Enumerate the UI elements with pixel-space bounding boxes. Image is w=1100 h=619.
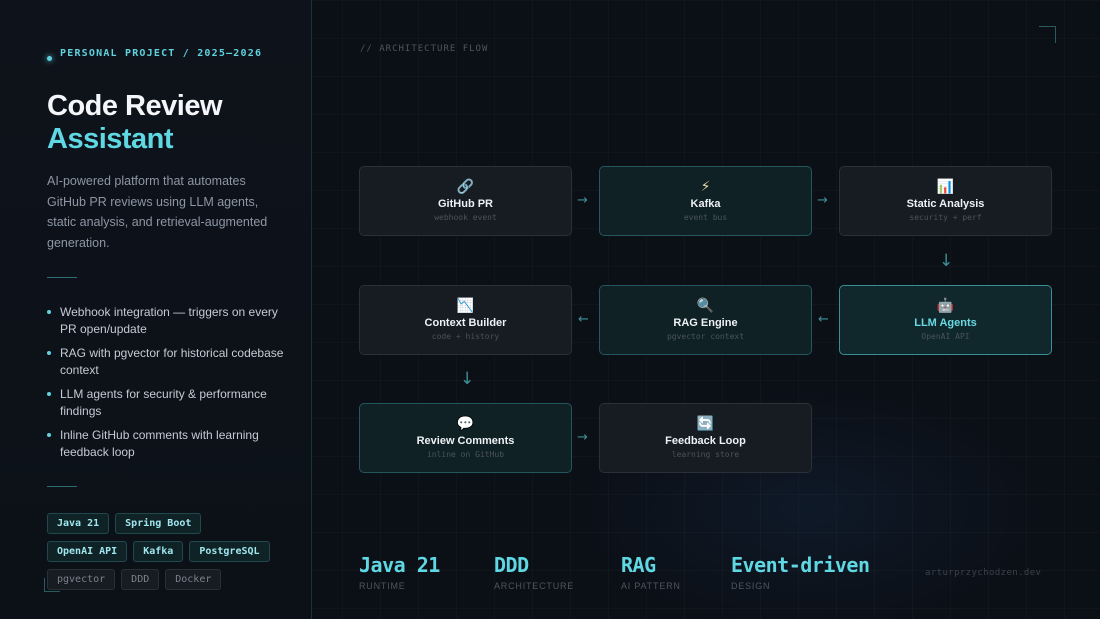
- corner-bracket: [1039, 26, 1056, 43]
- stat-ai-pattern: RAG AI PATTERN: [621, 553, 681, 591]
- project-description: AI-powered platform that automates GitHu…: [47, 174, 268, 250]
- node-subtitle: webhook event: [434, 213, 497, 222]
- tag-docker: Docker: [165, 569, 222, 590]
- arrow-left-icon: ←: [578, 312, 589, 327]
- bar-chart-icon: 📊: [936, 179, 955, 195]
- node-kafka: ⚡ Kafka event bus: [599, 166, 812, 236]
- tag-ddd: DDD: [121, 569, 160, 590]
- node-subtitle: event bus: [683, 213, 728, 222]
- feature-item: RAG with pgvector for historical codebas…: [47, 345, 287, 378]
- left-panel: PERSONAL PROJECT / 2025–2026 Code Review…: [0, 0, 312, 619]
- node-context-builder: 📉 Context Builder code + history: [359, 285, 572, 355]
- node-subtitle: inline on GitHub: [426, 450, 505, 459]
- stat-value: Event-driven: [731, 553, 870, 577]
- node-title: Review Comments: [416, 435, 515, 447]
- arrow-down-icon: ↓: [460, 369, 475, 389]
- tag-spring-boot: Spring Boot: [115, 513, 202, 534]
- stat-label: ARCHITECTURE: [494, 581, 575, 591]
- tag-java: Java 21: [47, 513, 110, 534]
- feature-list: Webhook integration — triggers on every …: [47, 304, 287, 468]
- node-subtitle: code + history: [431, 332, 500, 341]
- feature-item: LLM agents for security & performance fi…: [47, 386, 287, 419]
- eyebrow-text: PERSONAL PROJECT / 2025–2026: [60, 48, 263, 59]
- title-line-1: Code Review: [47, 90, 223, 122]
- node-feedback-loop: 🔄 Feedback Loop learning store: [599, 403, 812, 473]
- node-title: Static Analysis: [906, 198, 985, 210]
- node-rag-engine: 🔍 RAG Engine pgvector context: [599, 285, 812, 355]
- flow-label: // ARCHITECTURE FLOW: [360, 44, 489, 54]
- project-eyebrow: PERSONAL PROJECT / 2025–2026: [47, 47, 267, 61]
- corner-bracket: [44, 578, 60, 592]
- arrow-right-icon: →: [577, 193, 588, 208]
- node-subtitle: pgvector context: [666, 332, 745, 341]
- link-icon: 🔗: [456, 179, 475, 195]
- node-title: GitHub PR: [438, 198, 493, 210]
- divider: [47, 277, 77, 278]
- node-title: Kafka: [690, 198, 721, 210]
- robot-icon: 🤖: [936, 298, 955, 314]
- eyebrow-dot-icon: [47, 56, 52, 61]
- arrow-right-icon: →: [817, 193, 828, 208]
- arrow-left-icon: ←: [818, 312, 829, 327]
- stat-label: RUNTIME: [359, 581, 406, 591]
- arrow-down-icon: ↓: [939, 251, 954, 271]
- node-title: Context Builder: [424, 317, 507, 329]
- refresh-icon: 🔄: [696, 416, 715, 432]
- speech-bubble-icon: 💬: [456, 416, 475, 432]
- stat-architecture: DDD ARCHITECTURE: [494, 553, 574, 591]
- title-line-2: Assistant: [47, 123, 174, 155]
- stat-label: AI PATTERN: [621, 581, 681, 591]
- stat-label: DESIGN: [731, 581, 771, 591]
- stat-runtime: Java 21 RUNTIME: [359, 553, 440, 591]
- stat-design: Event-driven DESIGN: [731, 553, 870, 591]
- tag-kafka: Kafka: [133, 541, 184, 562]
- stat-value: RAG: [621, 553, 656, 577]
- feature-item: Webhook integration — triggers on every …: [47, 304, 287, 337]
- node-review-comments: 💬 Review Comments inline on GitHub: [359, 403, 572, 473]
- magnifier-icon: 🔍: [696, 298, 715, 314]
- node-subtitle: OpenAI API: [921, 332, 970, 341]
- chart-down-icon: 📉: [456, 298, 475, 314]
- stat-value: DDD: [494, 553, 529, 577]
- feature-item: Inline GitHub comments with learning fee…: [47, 427, 287, 460]
- tag-postgresql: PostgreSQL: [189, 541, 270, 562]
- node-static-analysis: 📊 Static Analysis security + perf: [839, 166, 1052, 236]
- stat-value: Java 21: [359, 553, 440, 577]
- site-credit: arturprzychodzen.dev: [925, 568, 1042, 578]
- divider: [47, 486, 77, 487]
- node-subtitle: security + perf: [909, 213, 982, 222]
- tag-openai-api: OpenAI API: [47, 541, 128, 562]
- tech-tags: Java 21 Spring Boot OpenAI API Kafka Pos…: [47, 513, 287, 597]
- lightning-icon: ⚡: [700, 179, 711, 195]
- node-title: Feedback Loop: [665, 435, 746, 447]
- node-github-pr: 🔗 GitHub PR webhook event: [359, 166, 572, 236]
- arrow-right-icon: →: [577, 430, 588, 445]
- node-llm-agents: 🤖 LLM Agents OpenAI API: [839, 285, 1052, 355]
- node-title: RAG Engine: [673, 317, 738, 329]
- node-subtitle: learning store: [671, 450, 740, 459]
- node-title: LLM Agents: [914, 317, 977, 329]
